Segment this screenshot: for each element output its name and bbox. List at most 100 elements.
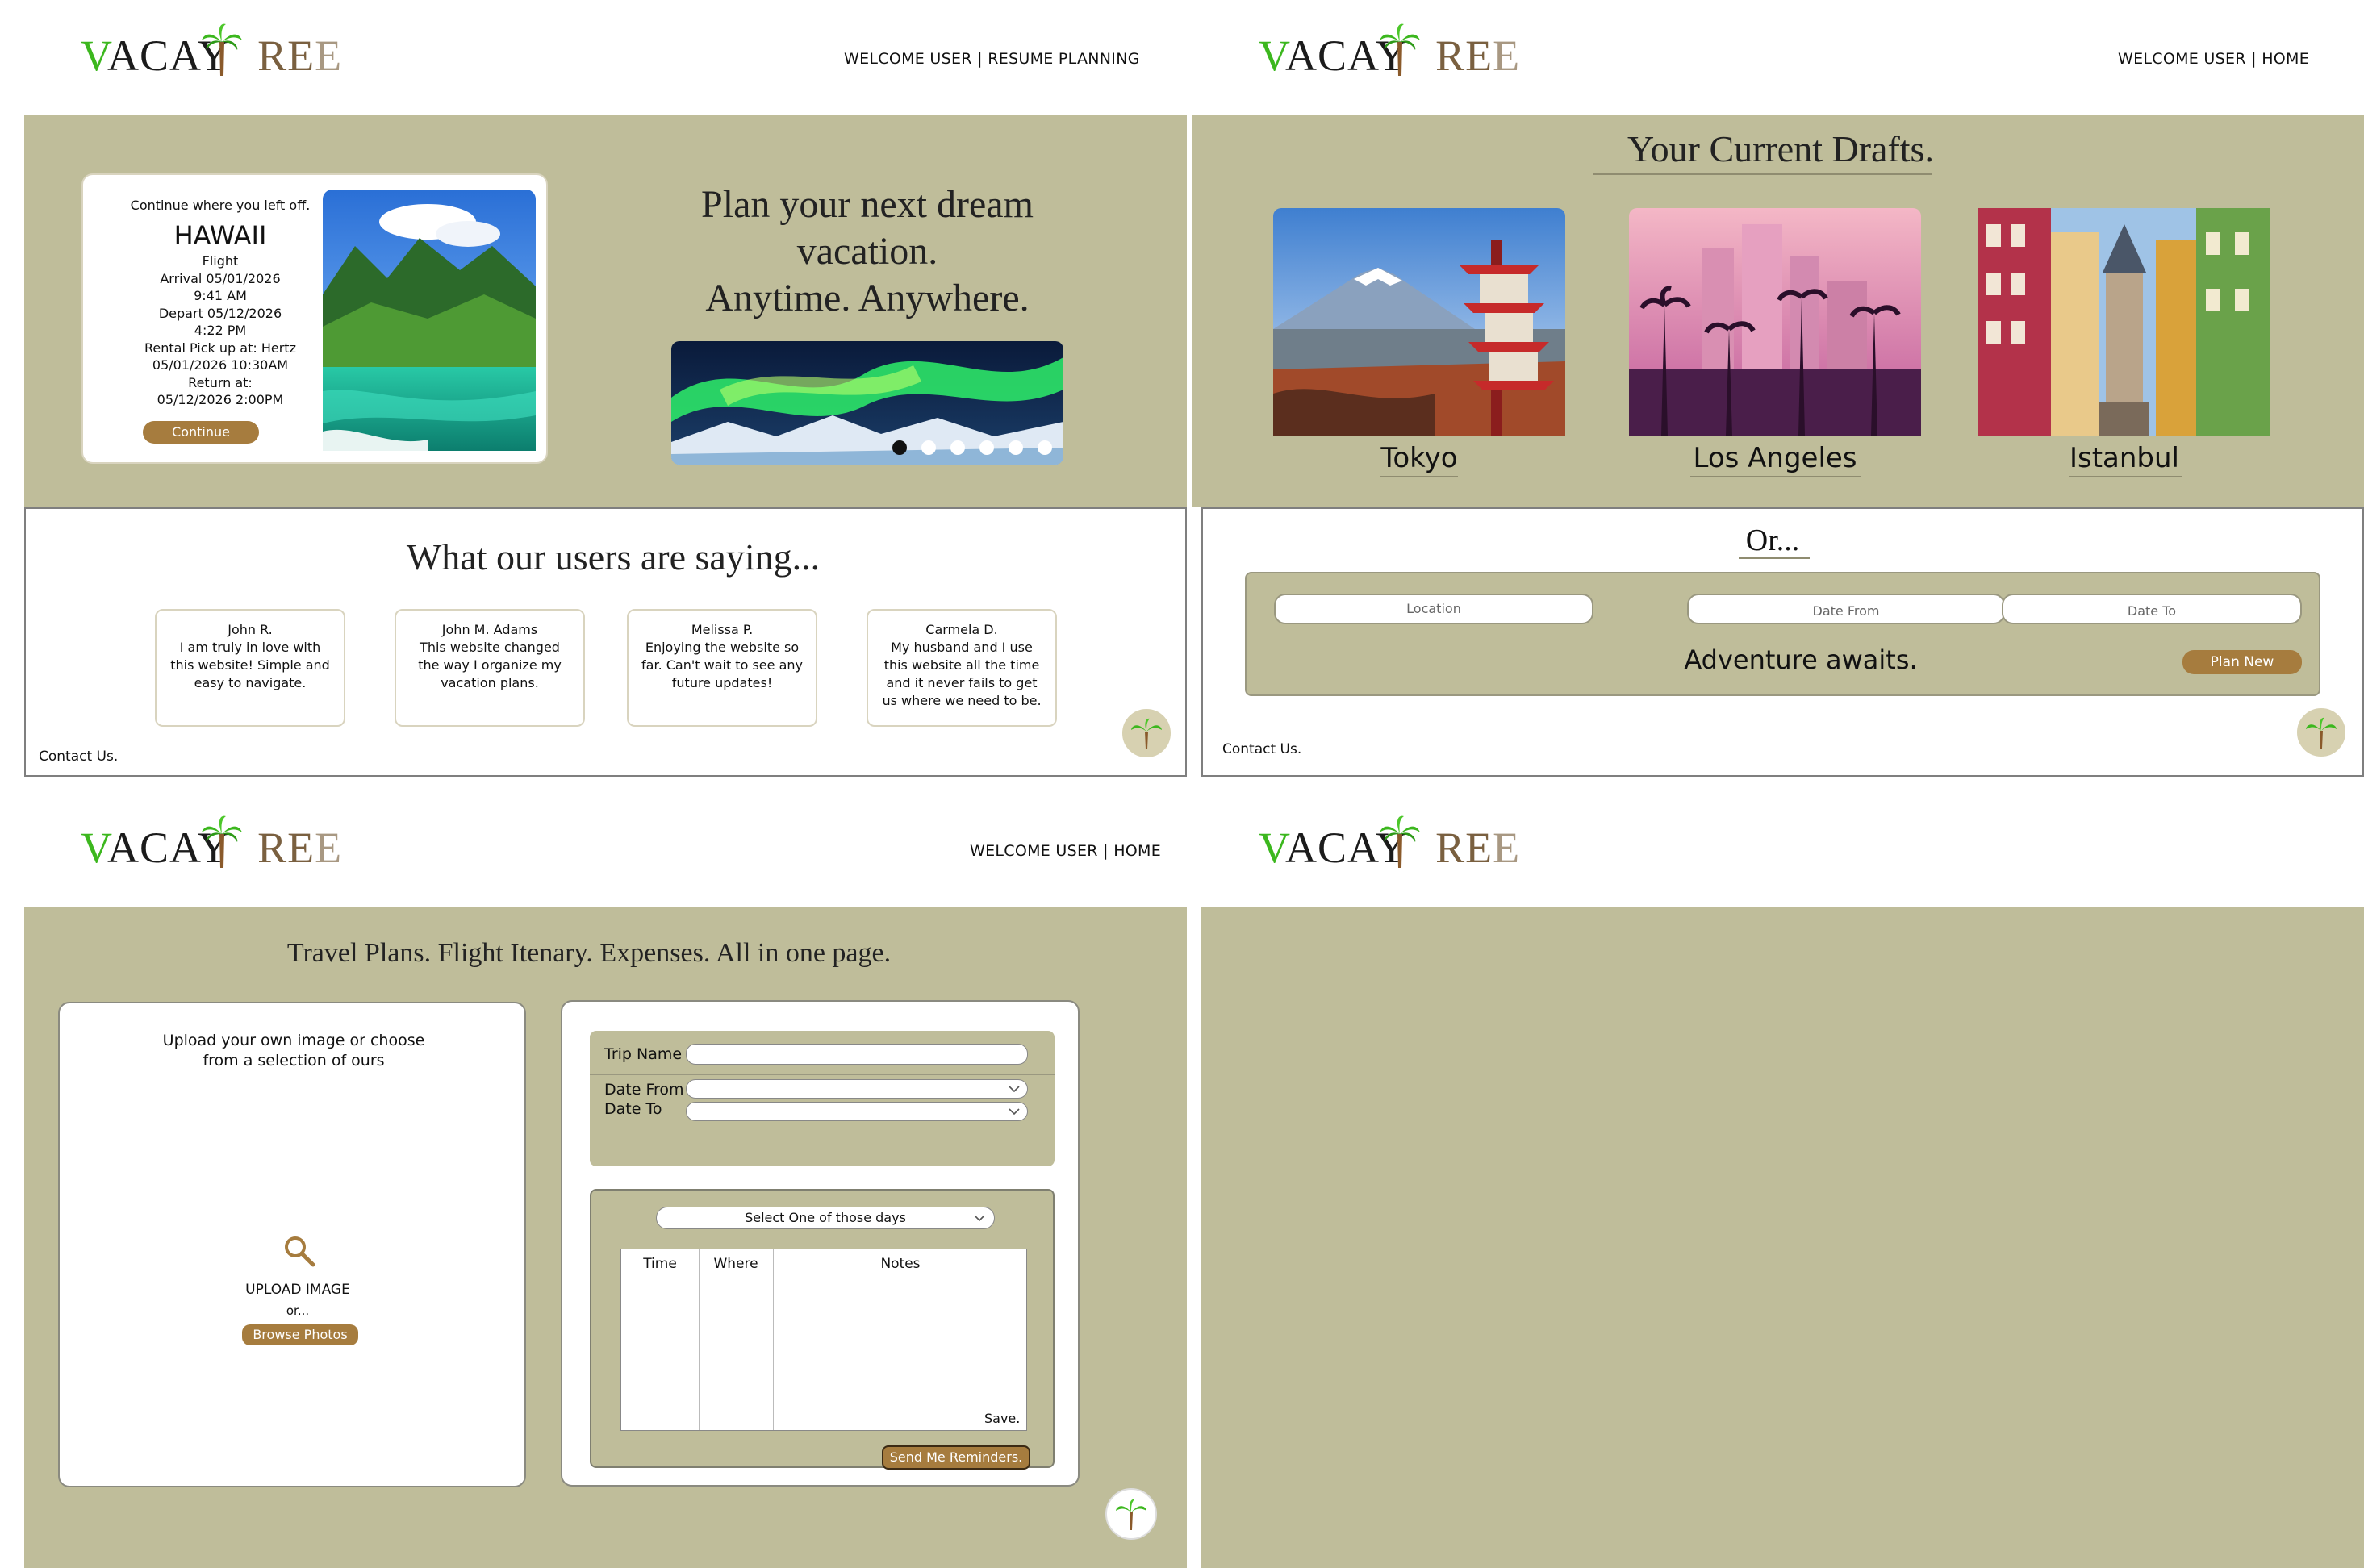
drafts-title: Your Current Drafts. <box>1627 128 1934 169</box>
carousel-dot[interactable] <box>921 440 936 455</box>
testimonial-name: John R. <box>228 622 273 637</box>
date-from-field[interactable]: Date From <box>1687 594 2005 624</box>
panel-drafts: VACAY REE WELCOME USER | HOME Your Curren… <box>1192 0 2364 790</box>
logo[interactable]: VACAY REE <box>81 19 341 84</box>
date-to-field[interactable]: Date To <box>2002 594 2302 624</box>
palm-tree-icon <box>202 23 242 76</box>
resume-line: Arrival 05/01/2026 <box>160 270 281 286</box>
palm-tree-icon <box>1116 1499 1146 1530</box>
hero-line: Anytime. Anywhere. <box>705 277 1030 319</box>
resume-destination: HAWAII <box>173 220 267 251</box>
resume-line: Flight <box>202 253 239 269</box>
palm-tree-icon <box>2306 717 2337 749</box>
column-divider <box>773 1249 774 1430</box>
chevron-down-icon <box>1009 1086 1020 1093</box>
resume-line: 05/12/2026 2:00PM <box>157 392 284 407</box>
carousel-dots <box>892 440 1054 455</box>
logo[interactable]: VACAY REE <box>81 811 341 876</box>
location-field[interactable]: Location <box>1274 594 1593 624</box>
istanbul-image[interactable] <box>1978 208 2270 436</box>
column-header-time: Time <box>643 1256 677 1272</box>
itinerary-table: Time Where Notes Save. <box>620 1249 1028 1431</box>
top-nav[interactable]: WELCOME USER | RESUME PLANNING <box>844 50 1140 68</box>
testimonials-title: What our users are saying... <box>406 536 821 578</box>
hawaii-image <box>323 190 536 451</box>
trip-name-input[interactable] <box>686 1044 1028 1065</box>
tokyo-image[interactable] <box>1273 208 1565 436</box>
carousel-dot[interactable] <box>1009 440 1023 455</box>
day-select[interactable]: Select One of those days <box>656 1207 995 1229</box>
palm-tree-icon <box>1380 23 1420 76</box>
testimonial-card: John R. I am truly in love with this web… <box>155 609 345 727</box>
draft-underline <box>1380 476 1458 477</box>
draft-underline <box>1690 476 1861 477</box>
testimonial-card: Carmela D. My husband and I use this web… <box>867 609 1057 727</box>
contact-link[interactable]: Contact Us. <box>39 749 118 765</box>
trip-name-label: Trip Name <box>604 1045 683 1063</box>
chevron-down-icon <box>1009 1108 1020 1116</box>
upload-image-label[interactable]: UPLOAD IMAGE <box>205 1282 391 1298</box>
resume-line: 05/01/2026 10:30AM <box>152 357 289 373</box>
top-nav[interactable]: WELCOME USER | HOME <box>970 842 1161 860</box>
top-nav[interactable]: WELCOME USER | HOME <box>2118 50 2309 68</box>
resume-line: 9:41 AM <box>194 288 247 303</box>
column-header-where: Where <box>713 1256 758 1272</box>
carousel-dot[interactable] <box>1038 440 1052 455</box>
vacaytree-badge[interactable] <box>1105 1488 1157 1540</box>
upload-or: or... <box>286 1303 310 1318</box>
planner-title: Travel Plans. Flight Itenary. Expenses. … <box>286 938 892 968</box>
draft-underline <box>2069 476 2182 477</box>
draft-label-tokyo[interactable]: Tokyo <box>1339 442 1500 474</box>
magnifier-icon[interactable] <box>282 1234 316 1268</box>
draft-label-los-angeles[interactable]: Los Angeles <box>1686 442 1864 474</box>
palm-tree-icon <box>1131 718 1162 749</box>
testimonial-name: Melissa P. <box>691 622 754 637</box>
palm-tree-icon <box>1380 815 1420 868</box>
panel-blank: VACAY REE <box>1192 790 2364 1568</box>
contact-link[interactable]: Contact Us. <box>1222 741 1301 757</box>
or-underline <box>1739 557 1810 559</box>
hero-line: vacation. <box>796 230 938 273</box>
column-divider <box>699 1249 700 1430</box>
testimonial-name: Carmela D. <box>925 622 998 637</box>
testimonial-text: My husband and I use this website all th… <box>882 640 1042 708</box>
hero-heading: Plan your next dream vacation. Anytime. … <box>645 181 1089 322</box>
vacaytree-badge[interactable] <box>1121 707 1172 759</box>
search-bar <box>1245 572 2320 696</box>
date-from-select[interactable] <box>686 1079 1028 1099</box>
plan-new-button[interactable]: Plan New <box>2182 650 2302 674</box>
or-label: Or... <box>1745 523 1800 557</box>
date-to-label: Date To <box>604 1100 662 1118</box>
upload-card: Upload your own image or choose from a s… <box>58 1002 526 1487</box>
carousel-dot[interactable] <box>892 440 907 455</box>
resume-line: Rental Pick up at: Hertz <box>144 340 296 356</box>
carousel-dot[interactable] <box>979 440 994 455</box>
testimonial-text: I am truly in love with this website! Si… <box>170 640 330 690</box>
resume-line: Return at: <box>188 374 253 390</box>
vacaytree-badge[interactable] <box>2295 707 2347 758</box>
divider <box>590 1074 1055 1075</box>
draft-label-istanbul[interactable]: Istanbul <box>2044 442 2205 474</box>
save-link[interactable]: Save. <box>984 1411 1020 1426</box>
hero-carousel[interactable] <box>671 341 1063 465</box>
palm-tree-icon <box>202 815 242 868</box>
drafts-title-underline <box>1593 173 1932 175</box>
panel-resume-planning: VACAY REE WELCOME USER | RESUME PLANNING … <box>0 0 1192 790</box>
trip-form-card: Trip Name Date From Date To Select One o… <box>561 1000 1080 1487</box>
resume-line: 4:22 PM <box>194 323 247 338</box>
testimonial-card: John M. Adams This website changed the w… <box>395 609 585 727</box>
continue-button[interactable]: Continue <box>143 421 259 444</box>
column-header-notes: Notes <box>880 1256 921 1272</box>
logo[interactable]: VACAY REE <box>1259 811 1519 876</box>
hero-line: Plan your next dream <box>701 183 1034 226</box>
date-to-select[interactable] <box>686 1102 1028 1121</box>
browse-photos-button[interactable]: Browse Photos <box>242 1324 358 1345</box>
logo[interactable]: VACAY REE <box>1259 19 1519 84</box>
carousel-dot[interactable] <box>950 440 965 455</box>
send-reminders-button[interactable]: Send Me Reminders. <box>882 1445 1030 1470</box>
los-angeles-image[interactable] <box>1629 208 1921 436</box>
resume-line: Depart 05/12/2026 <box>158 305 282 321</box>
date-from-label: Date From <box>604 1081 684 1099</box>
upload-prompt: Upload your own image or choose from a s… <box>162 1032 425 1070</box>
testimonial-card: Melissa P. Enjoying the website so far. … <box>627 609 817 727</box>
